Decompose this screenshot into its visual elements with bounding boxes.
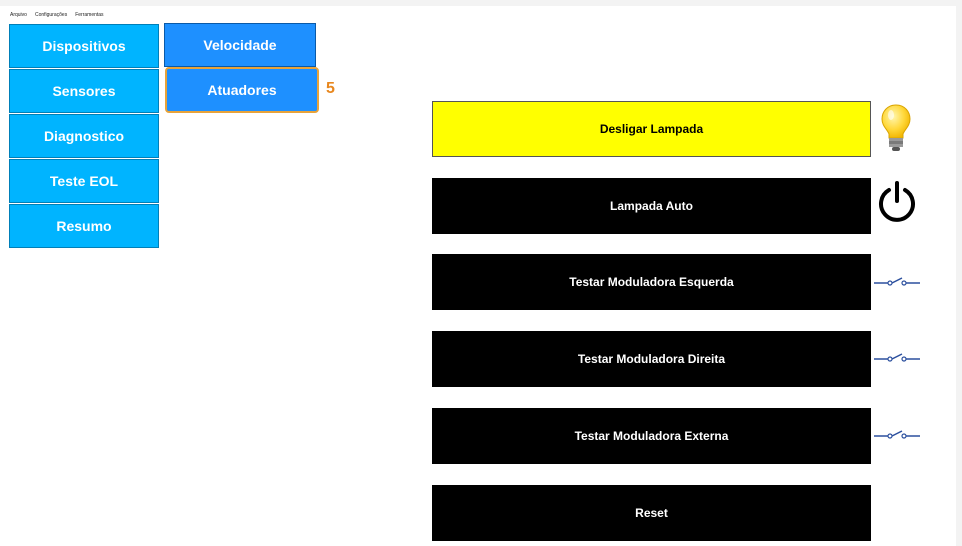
switch-icon (873, 272, 921, 290)
nav-resumo-label: Resumo (56, 218, 112, 234)
nav-sensores-button[interactable]: Sensores (9, 69, 159, 113)
nav-velocidade-button[interactable]: Velocidade (164, 23, 316, 67)
switch-icon (873, 425, 921, 443)
nav-diagnostico-label: Diagnostico (43, 128, 125, 144)
nav-teste-eol-button[interactable]: Teste EOL (9, 159, 159, 203)
testar-moduladora-direita-button[interactable]: Testar Moduladora Direita (432, 331, 871, 387)
nav-diagnostico-button[interactable]: Diagnostico (9, 114, 159, 158)
power-icon (876, 180, 918, 226)
nav-resumo-button[interactable]: Resumo (9, 204, 159, 248)
desligar-lampada-button[interactable]: Desligar Lampada (432, 101, 871, 157)
reset-button[interactable]: Reset (432, 485, 871, 541)
reset-label: Reset (635, 506, 668, 520)
nav-dispositivos-label: Dispositivos (42, 38, 126, 54)
menu-configuracoes[interactable]: Configurações (35, 10, 67, 20)
menu-arquivo[interactable]: Arquivo (10, 10, 27, 20)
menu-ferramentas[interactable]: Ferramentas (75, 10, 103, 20)
lampada-auto-label: Lampada Auto (610, 199, 693, 213)
switch-icon (873, 348, 921, 366)
nav-velocidade-label: Velocidade (203, 37, 277, 53)
testar-moduladora-direita-label: Testar Moduladora Direita (577, 352, 726, 366)
menu-bar: Arquivo Configurações Ferramentas (10, 10, 104, 20)
step-badge: 5 (326, 80, 335, 97)
nav-sensores-label: Sensores (52, 83, 116, 99)
testar-moduladora-externa-label: Testar Moduladora Externa (574, 429, 729, 443)
testar-moduladora-esquerda-label: Testar Moduladora Esquerda (569, 275, 734, 289)
lampada-auto-button[interactable]: Lampada Auto (432, 178, 871, 234)
lightbulb-icon (878, 102, 914, 156)
nav-teste-eol-label: Teste EOL (49, 173, 119, 189)
testar-moduladora-esquerda-button[interactable]: Testar Moduladora Esquerda (432, 254, 871, 310)
nav-atuadores-label: Atuadores (207, 82, 277, 98)
nav-atuadores-button[interactable]: Atuadores (165, 67, 319, 113)
nav-dispositivos-button[interactable]: Dispositivos (9, 24, 159, 68)
desligar-lampada-label: Desligar Lampada (599, 122, 704, 136)
testar-moduladora-externa-button[interactable]: Testar Moduladora Externa (432, 408, 871, 464)
